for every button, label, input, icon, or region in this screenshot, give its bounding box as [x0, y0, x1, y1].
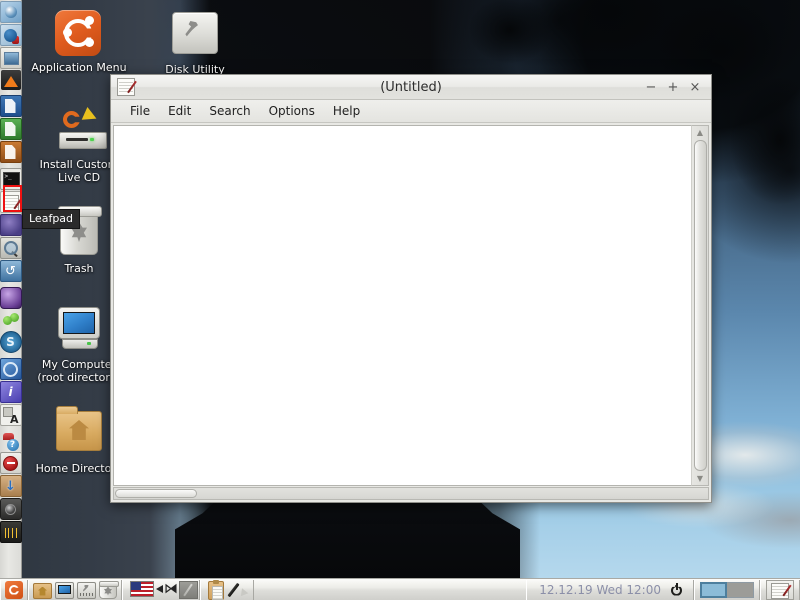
scroll-up-arrow-icon[interactable]: ▲ [693, 126, 707, 139]
minimize-button[interactable]: − [645, 81, 657, 94]
left-launcher-dock[interactable] [0, 0, 22, 578]
menubar[interactable]: File Edit Search Options Help [111, 100, 711, 123]
window-title: (Untitled) [380, 79, 442, 95]
gimp-icon[interactable] [0, 214, 22, 236]
desktop-icon-label: Application Menu [31, 61, 127, 74]
network-globe-icon[interactable] [0, 358, 22, 380]
editor-area: ▲ ▼ [111, 123, 711, 486]
desktop-icon-disk-utility[interactable]: Disk Utility [147, 8, 243, 76]
menu-edit[interactable]: Edit [159, 102, 200, 120]
leafpad-icon[interactable] [0, 191, 22, 213]
font-viewer-icon[interactable] [0, 404, 22, 426]
refresh-arrow-icon[interactable] [0, 260, 22, 282]
start-menu-button[interactable] [5, 580, 23, 599]
volume-icon[interactable] [155, 581, 178, 599]
stop-icon[interactable] [0, 452, 22, 474]
tooltip-leafpad: Leafpad [22, 209, 81, 229]
desktop[interactable]: Application Menu Disk Utility Install Cu… [0, 0, 800, 600]
horizontal-scrollbar[interactable] [113, 487, 709, 500]
system-tray-group[interactable] [122, 579, 200, 600]
text-editor-input[interactable] [113, 125, 691, 486]
menu-options[interactable]: Options [260, 102, 324, 120]
menu-search[interactable]: Search [200, 102, 259, 120]
magnifier-icon[interactable] [0, 237, 22, 259]
sync-icon[interactable] [0, 331, 22, 353]
home-folder-launcher[interactable] [33, 581, 52, 599]
image-viewer-icon[interactable] [0, 47, 22, 69]
vertical-scrollbar-thumb[interactable] [693, 140, 707, 471]
taskbar-spacer [254, 580, 526, 600]
purple-sphere-icon[interactable] [0, 287, 22, 309]
tools-group[interactable] [200, 579, 254, 600]
computer-icon [55, 307, 103, 355]
help-icon[interactable] [1, 431, 21, 451]
disk-utility-launcher[interactable] [77, 581, 96, 599]
vlc-media-player-icon[interactable] [0, 70, 21, 90]
system-monitor-icon[interactable] [0, 521, 22, 543]
power-button[interactable] [669, 582, 685, 598]
scroll-down-arrow-icon[interactable]: ▼ [693, 472, 707, 485]
clock[interactable]: 12.12.19 Wed 12:00 [529, 583, 669, 597]
window-controls[interactable]: − + × [645, 81, 707, 94]
pen-tool-icon[interactable] [227, 581, 249, 599]
workspace-2[interactable] [727, 581, 754, 598]
workspace-1[interactable] [700, 581, 727, 598]
maximize-button[interactable]: + [667, 81, 679, 94]
clipboard-icon[interactable] [205, 579, 224, 600]
menu-file[interactable]: File [121, 102, 159, 120]
archive-manager-icon[interactable] [0, 475, 22, 497]
task-list-group[interactable] [760, 579, 800, 600]
start-menu-group[interactable] [0, 579, 28, 600]
clock-group[interactable]: 12.12.19 Wed 12:00 [526, 579, 694, 600]
screenshot-camera-icon[interactable] [0, 498, 22, 520]
horizontal-scrollbar-thumb[interactable] [115, 489, 197, 498]
live-cd-icon [55, 107, 107, 155]
home-folder-icon [55, 406, 103, 459]
menu-help[interactable]: Help [324, 102, 369, 120]
taskbar[interactable]: 12.12.19 Wed 12:00 [0, 578, 800, 600]
text-editor-tray-icon[interactable] [177, 580, 198, 599]
ubuntu-logo-icon [55, 10, 103, 58]
vertical-scrollbar[interactable]: ▲ ▼ [691, 125, 709, 486]
document-green-icon[interactable] [0, 118, 22, 140]
document-orange-icon[interactable] [0, 141, 22, 163]
task-button-leafpad[interactable] [766, 579, 794, 600]
hard-disk-icon [171, 12, 219, 60]
leafpad-window[interactable]: (Untitled) − + × File Edit Search Option… [110, 74, 712, 503]
workspace-pager[interactable] [694, 579, 760, 600]
trash-launcher[interactable] [99, 580, 119, 599]
my-computer-launcher[interactable] [55, 581, 74, 599]
close-button[interactable]: × [689, 81, 701, 94]
terminal-icon[interactable] [0, 168, 22, 190]
keyboard-layout-flag-icon[interactable] [127, 580, 154, 599]
leafpad-icon [117, 78, 135, 96]
desktop-icon-application-menu[interactable]: Application Menu [31, 10, 127, 74]
window-titlebar[interactable]: (Untitled) − + × [111, 75, 711, 100]
quick-launch-group[interactable] [28, 579, 122, 600]
molecule-icon[interactable] [1, 310, 21, 330]
globe-browser-icon[interactable] [0, 24, 22, 46]
web-browser-icon[interactable] [0, 1, 22, 23]
document-blue-icon[interactable] [0, 95, 22, 117]
info-icon[interactable] [0, 381, 22, 403]
